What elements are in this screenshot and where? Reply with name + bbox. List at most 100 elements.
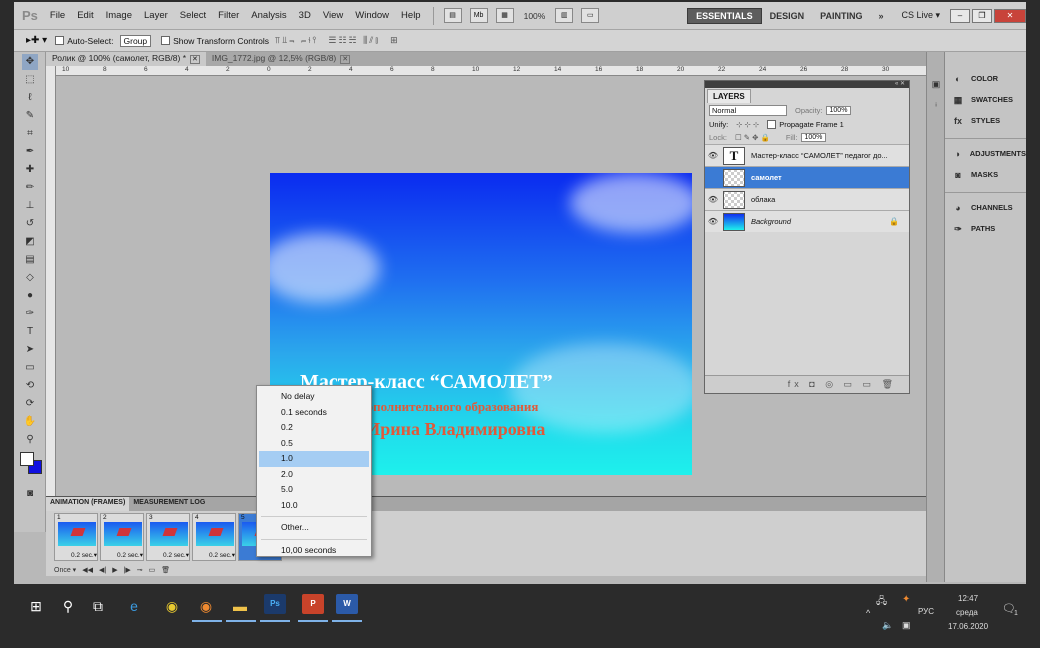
duplicate-frame-icon[interactable]: ▭ <box>149 566 156 574</box>
tab-animation-frames[interactable]: ANIMATION (FRAMES) <box>46 497 130 511</box>
delay-option[interactable]: No delay <box>257 389 371 405</box>
photoshop-taskbar-icon[interactable]: Ps <box>264 594 286 614</box>
delay-option[interactable]: 0.1 seconds <box>257 405 371 421</box>
fill-field[interactable]: 100% <box>800 133 827 142</box>
frame-delay-select[interactable]: 0.2 sec.▾ <box>103 551 143 559</box>
play-icon[interactable]: ▶ <box>112 566 117 574</box>
crop-tool-icon[interactable]: ⌗ <box>22 126 38 142</box>
delay-option[interactable]: 10.0 <box>257 498 371 514</box>
type-tool-icon[interactable]: T <box>22 324 38 340</box>
menu-file[interactable]: File <box>44 10 71 21</box>
volume-icon[interactable]: 🔈 <box>882 620 893 631</box>
move-tool-preset-icon[interactable]: ▸✚ ▾ <box>26 35 47 46</box>
visibility-eye-icon[interactable]: 👁 <box>705 217 721 226</box>
menu-view[interactable]: View <box>317 10 349 21</box>
arrange-documents-icon[interactable]: ▥ <box>555 8 574 23</box>
language-indicator[interactable]: РУС <box>918 607 934 616</box>
mini-bridge-icon[interactable]: Mb <box>469 8 488 23</box>
file-explorer-icon[interactable]: ▬ <box>230 596 250 616</box>
auto-select-dropdown[interactable]: Group <box>119 34 152 47</box>
workspace-essentials[interactable]: ESSENTIALS <box>687 7 762 24</box>
layer-row[interactable]: 👁 Background 🔒 <box>705 210 909 232</box>
delay-option[interactable]: 0.5 <box>257 436 371 452</box>
panel-adjustments[interactable]: ◑ ADJUSTMENTS <box>945 143 1026 164</box>
workspace-design[interactable]: DESIGN <box>762 9 813 23</box>
delay-option[interactable]: 0.2 <box>257 420 371 436</box>
clone-stamp-tool-icon[interactable]: ⊥ <box>22 198 38 214</box>
propagate-checkbox[interactable] <box>767 120 777 129</box>
3d-rotate-tool-icon[interactable]: ⟲ <box>22 378 38 394</box>
tab-measurement-log[interactable]: MEASUREMENT LOG <box>129 497 209 511</box>
menu-filter[interactable]: Filter <box>212 10 245 21</box>
panel-color[interactable]: ◐ COLOR <box>945 68 1026 89</box>
close-tab-icon[interactable]: ✕ <box>340 55 351 64</box>
auto-select-checkbox[interactable] <box>55 36 65 45</box>
next-frame-icon[interactable]: |▶ <box>124 566 131 574</box>
panel-masks[interactable]: ◙ MASKS <box>945 164 1026 185</box>
quick-mask-icon[interactable]: ◙ <box>22 486 38 502</box>
blend-mode-select[interactable]: Normal <box>709 105 787 116</box>
layer-row[interactable]: самолет <box>705 166 909 188</box>
animation-frame[interactable]: 3 0.2 sec.▾ <box>146 513 190 561</box>
zoom-tool-icon[interactable]: ⚲ <box>22 432 38 448</box>
align-icons[interactable]: ⫪⫫⫬ ⫭⫮⫯ <box>275 35 318 46</box>
search-icon[interactable]: ⚲ <box>58 596 78 616</box>
delay-option-other[interactable]: Other... <box>257 520 371 536</box>
delay-option[interactable]: 5.0 <box>257 482 371 498</box>
frame-delay-select[interactable]: 0.2 sec.▾ <box>57 551 97 559</box>
menu-select[interactable]: Select <box>174 10 212 21</box>
windows-start-icon[interactable]: ⊞ <box>26 596 46 616</box>
view-extras-icon[interactable]: ▦ <box>495 8 514 23</box>
quick-select-tool-icon[interactable]: ✎ <box>22 108 38 124</box>
loop-select[interactable]: Once ▾ <box>54 566 76 574</box>
close-icon[interactable]: ✕ <box>994 8 1026 23</box>
menu-window[interactable]: Window <box>349 10 395 21</box>
panel-paths[interactable]: ✑ PATHS <box>945 218 1026 239</box>
unify-icons[interactable]: ⊹ ⊹ ⊹ <box>736 120 759 129</box>
document-tab-rolik[interactable]: Ролик @ 100% (самолет, RGB/8) * ✕ <box>46 52 206 66</box>
color-swatches[interactable] <box>20 452 42 474</box>
gradient-tool-icon[interactable]: ▤ <box>22 252 38 268</box>
delete-frame-icon[interactable]: 🗑 <box>161 566 170 574</box>
layer-row[interactable]: 👁 T Мастер-класс “САМОЛЕТ” педагог до... <box>705 144 909 166</box>
chrome-icon[interactable]: ◉ <box>162 596 182 616</box>
visibility-eye-icon[interactable]: 👁 <box>705 195 721 204</box>
menu-3d[interactable]: 3D <box>293 10 317 21</box>
layer-footer-icons[interactable]: fx ◘ ◎ ▭ ▭ 🗑 <box>705 375 909 393</box>
eraser-tool-icon[interactable]: ◩ <box>22 234 38 250</box>
brush-tool-icon[interactable]: ✏ <box>22 180 38 196</box>
history-brush-tool-icon[interactable]: ↺ <box>22 216 38 232</box>
move-tool-icon[interactable]: ✥ <box>22 54 38 70</box>
menu-help[interactable]: Help <box>395 10 427 21</box>
minimize-icon[interactable]: – <box>950 8 970 23</box>
frame-delay-select[interactable]: 0.2 sec.▾ <box>149 551 189 559</box>
auto-align-icon[interactable]: ⊞ <box>390 35 400 46</box>
animation-frame[interactable]: 2 0.2 sec.▾ <box>100 513 144 561</box>
healing-brush-tool-icon[interactable]: ✚ <box>22 162 38 178</box>
network-icon[interactable]: 🖧 <box>876 594 887 611</box>
delay-option[interactable]: 2.0 <box>257 467 371 483</box>
shape-tool-icon[interactable]: ▭ <box>22 360 38 376</box>
menu-edit[interactable]: Edit <box>71 10 99 21</box>
distribute-icons[interactable]: ☰☷☵ ⫼⫽⫾ <box>328 35 380 46</box>
notification-tray-icon[interactable]: ▣ <box>902 620 911 631</box>
blur-tool-icon[interactable]: ◇ <box>22 270 38 286</box>
show-hidden-icons[interactable]: ^ <box>866 608 870 618</box>
pen-tool-icon[interactable]: ✑ <box>22 306 38 322</box>
menu-layer[interactable]: Layer <box>138 10 174 21</box>
word-taskbar-icon[interactable]: W <box>336 594 358 614</box>
animation-frame[interactable]: 4 0.2 sec.▾ <box>192 513 236 561</box>
task-view-icon[interactable]: ⧉ <box>88 596 108 616</box>
hand-tool-icon[interactable]: ✋ <box>22 414 38 430</box>
opacity-field[interactable]: 100% <box>825 106 852 115</box>
launch-bridge-icon[interactable]: ▤ <box>443 8 462 23</box>
lasso-tool-icon[interactable]: ℓ <box>22 90 38 106</box>
foreground-color-swatch[interactable] <box>20 452 34 466</box>
tray-app-icon[interactable]: ✦ <box>902 594 910 605</box>
edge-icon[interactable]: e <box>124 596 144 616</box>
menu-analysis[interactable]: Analysis <box>245 10 292 21</box>
3d-orbit-tool-icon[interactable]: ⟳ <box>22 396 38 412</box>
close-tab-icon[interactable]: ✕ <box>190 55 200 64</box>
panel-styles[interactable]: fx STYLES <box>945 110 1026 131</box>
workspace-painting[interactable]: PAINTING <box>812 9 870 23</box>
